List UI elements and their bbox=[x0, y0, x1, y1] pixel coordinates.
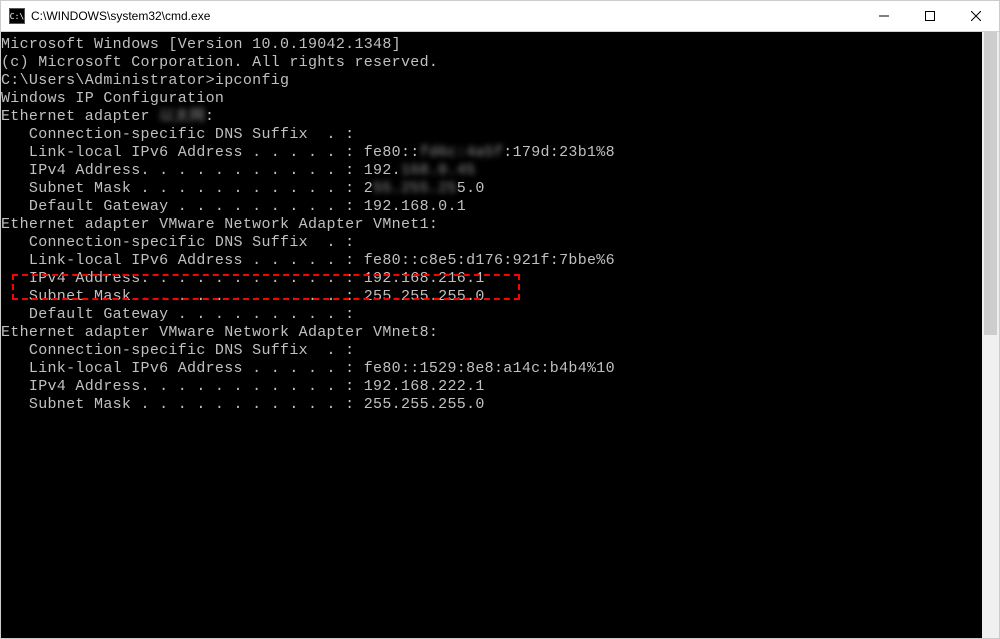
adapter3-dns-suffix: Connection-specific DNS Suffix . : bbox=[1, 342, 982, 360]
cmd-window: C:\ C:\WINDOWS\system32\cmd.exe Microsof… bbox=[0, 0, 1000, 639]
adapter2-gateway: Default Gateway . . . . . . . . . : bbox=[1, 306, 982, 324]
adapter3-ipv4: IPv4 Address. . . . . . . . . . . : 192.… bbox=[1, 378, 982, 396]
adapter2-ipv6: Link-local IPv6 Address . . . . . : fe80… bbox=[1, 252, 982, 270]
adapter1-ipv6: Link-local IPv6 Address . . . . . : fe80… bbox=[1, 144, 982, 162]
adapter2-dns-suffix: Connection-specific DNS Suffix . : bbox=[1, 234, 982, 252]
adapter3-ipv6: Link-local IPv6 Address . . . . . : fe80… bbox=[1, 360, 982, 378]
adapter3-subnet: Subnet Mask . . . . . . . . . . . : 255.… bbox=[1, 396, 982, 414]
window-title: C:\WINDOWS\system32\cmd.exe bbox=[31, 9, 861, 23]
adapter1-subnet: Subnet Mask . . . . . . . . . . . : 255.… bbox=[1, 180, 982, 198]
window-controls bbox=[861, 1, 999, 31]
adapter2-ipv4: IPv4 Address. . . . . . . . . . . : 192.… bbox=[1, 270, 982, 288]
close-button[interactable] bbox=[953, 1, 999, 31]
titlebar[interactable]: C:\ C:\WINDOWS\system32\cmd.exe bbox=[1, 1, 999, 32]
minimize-button[interactable] bbox=[861, 1, 907, 31]
minimize-icon bbox=[879, 11, 889, 21]
cmd-icon: C:\ bbox=[9, 8, 25, 24]
scrollbar-thumb[interactable] bbox=[984, 32, 997, 335]
copyright-line: (c) Microsoft Corporation. All rights re… bbox=[1, 54, 982, 72]
maximize-icon bbox=[925, 11, 935, 21]
adapter1-dns-suffix: Connection-specific DNS Suffix . : bbox=[1, 126, 982, 144]
prompt-line: C:\Users\Administrator>ipconfig bbox=[1, 72, 982, 90]
adapter1-gateway: Default Gateway . . . . . . . . . : 192.… bbox=[1, 198, 982, 216]
maximize-button[interactable] bbox=[907, 1, 953, 31]
adapter1-title: Ethernet adapter 以太网: bbox=[1, 108, 982, 126]
terminal-container: Microsoft Windows [Version 10.0.19042.13… bbox=[1, 32, 999, 638]
ipconfig-header: Windows IP Configuration bbox=[1, 90, 982, 108]
scrollbar[interactable] bbox=[982, 32, 999, 638]
adapter3-title: Ethernet adapter VMware Network Adapter … bbox=[1, 324, 982, 342]
adapter2-title: Ethernet adapter VMware Network Adapter … bbox=[1, 216, 982, 234]
close-icon bbox=[971, 11, 981, 21]
version-line: Microsoft Windows [Version 10.0.19042.13… bbox=[1, 36, 982, 54]
terminal-output[interactable]: Microsoft Windows [Version 10.0.19042.13… bbox=[1, 32, 982, 638]
adapter2-subnet: Subnet Mask . . . . . . . . . . . : 255.… bbox=[1, 288, 982, 306]
adapter1-name-blurred: 以太网 bbox=[159, 108, 205, 125]
adapter1-ipv4: IPv4 Address. . . . . . . . . . . : 192.… bbox=[1, 162, 982, 180]
